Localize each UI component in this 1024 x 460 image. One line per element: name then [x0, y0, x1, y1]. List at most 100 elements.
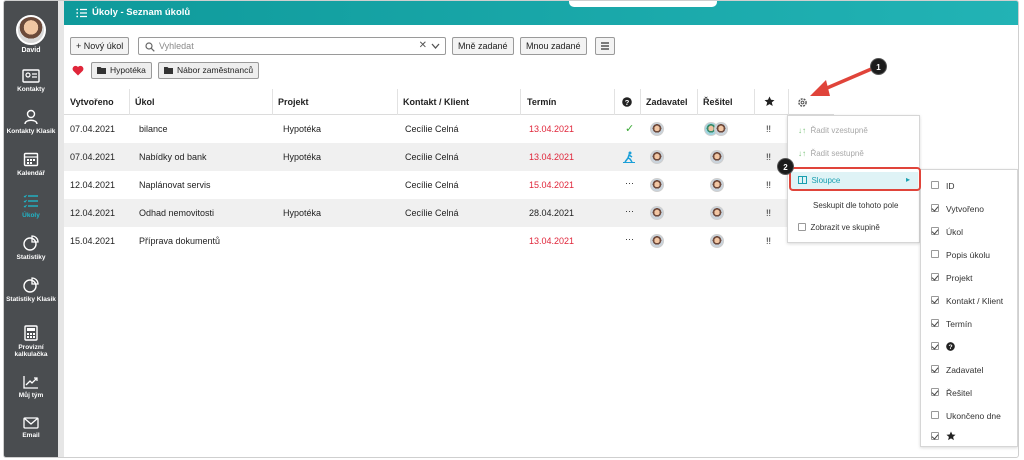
col-header-solver[interactable]: Řešitel: [703, 97, 733, 107]
question-icon: ?: [946, 342, 955, 351]
col-header-due[interactable]: Termín: [527, 97, 556, 107]
solver-avatar: [710, 178, 724, 192]
heart-icon[interactable]: [72, 65, 84, 76]
user-profile[interactable]: David: [4, 15, 58, 54]
mail-icon: [23, 417, 39, 429]
cell-created: 15.04.2021: [70, 236, 116, 246]
calculator-icon: [24, 325, 38, 341]
star-icon[interactable]: [764, 96, 775, 107]
priority-flag: !!: [766, 152, 772, 162]
menu-button[interactable]: [595, 37, 615, 55]
mine-assigned-button[interactable]: Mně zadané: [452, 37, 514, 55]
sidebar-item-statistiky[interactable]: Statistiky: [4, 235, 58, 261]
sidebar-item-kalendar[interactable]: Kalendář: [4, 151, 58, 177]
cell-task[interactable]: bilance: [139, 124, 168, 134]
column-label: Projekt: [946, 273, 973, 283]
sidebar-item-label: Úkoly: [22, 212, 40, 219]
cell-task[interactable]: Nabídky od bank: [139, 152, 207, 162]
cell-created: 07.04.2021: [70, 152, 116, 162]
search-input[interactable]: Vyhledat ✕: [138, 37, 446, 55]
checkbox-termin[interactable]: [931, 319, 939, 327]
assigner-avatar: [650, 234, 664, 248]
menu-group-by[interactable]: Seskupit dle tohoto pole: [813, 201, 898, 210]
assigner-avatar: [650, 122, 664, 136]
sidebar-item-statistiky-klasik[interactable]: Statistiky Klasik: [4, 277, 58, 303]
assigner-avatar: [650, 178, 664, 192]
sidebar-item-provizni-kalkulacka[interactable]: Provizní kalkulačka: [4, 325, 58, 358]
cell-contact[interactable]: Cecílie Celná: [405, 124, 459, 134]
search-placeholder: Vyhledat: [159, 41, 194, 51]
checkbox-resitel[interactable]: [931, 388, 939, 396]
col-header-created[interactable]: Vytvořeno: [70, 97, 114, 107]
checkbox-kontakt[interactable]: [931, 296, 939, 304]
pie-chart-icon: [23, 235, 39, 251]
cell-due: 13.04.2021: [529, 152, 575, 162]
tag-nabor-zamestnancu[interactable]: Nábor zaměstnanců: [158, 62, 260, 79]
by-me-assigned-button[interactable]: Mnou zadané: [520, 37, 587, 55]
step-badge-2: 2: [777, 158, 794, 175]
clear-icon[interactable]: ✕: [419, 40, 427, 51]
checkbox-question[interactable]: [931, 342, 939, 350]
sidebar-item-label: Kalendář: [17, 170, 45, 177]
cell-task[interactable]: Odhad nemovitosti: [139, 208, 214, 218]
cell-task[interactable]: Naplánovat servis: [139, 180, 211, 190]
col-header-assigner[interactable]: Zadavatel: [646, 97, 688, 107]
checkbox-vytvoreno[interactable]: [931, 204, 939, 212]
solver-avatar: [710, 150, 724, 164]
calendar-icon: [23, 152, 39, 167]
menu-show-in-groups[interactable]: Zobrazit ve skupině: [798, 223, 880, 232]
cell-due: 13.04.2021: [529, 124, 575, 134]
chevron-down-icon[interactable]: [431, 42, 440, 50]
col-header-project[interactable]: Projekt: [278, 97, 309, 107]
solver-avatar: [710, 234, 724, 248]
table-row[interactable]: 15.04.2021 Příprava dokumentů 13.04.2021…: [64, 227, 788, 255]
question-icon[interactable]: ?: [622, 97, 632, 107]
table-row[interactable]: 12.04.2021 Odhad nemovitosti Hypotéka Ce…: [64, 199, 788, 227]
pie-chart-icon: [23, 277, 39, 293]
checkbox-star[interactable]: [931, 432, 939, 440]
cell-contact[interactable]: Cecílie Celná: [405, 152, 459, 162]
new-task-button[interactable]: + Nový úkol: [70, 37, 130, 55]
highlight-box: [789, 167, 921, 191]
menu-sort-asc[interactable]: ↓↑ Řadit vzestupně: [798, 126, 868, 135]
sidebar-item-label: Email: [22, 432, 40, 439]
sidebar-item-kontakty[interactable]: Kontakty: [4, 69, 58, 93]
sidebar-item-label: Provizní kalkulačka: [14, 344, 48, 358]
cell-created: 12.04.2021: [70, 208, 116, 218]
checkbox-ukonceno[interactable]: [931, 411, 939, 419]
sidebar-item-ukoly[interactable]: Úkoly: [4, 193, 58, 219]
sidebar-item-kontakty-klasik[interactable]: Kontakty Klasik: [4, 109, 58, 135]
trend-icon: [23, 376, 38, 389]
search-icon: [145, 42, 155, 52]
avatar[interactable]: [16, 15, 46, 45]
sidebar-item-email[interactable]: Email: [4, 417, 58, 439]
checkbox-ukol[interactable]: [931, 227, 939, 235]
assigner-avatar: [650, 150, 664, 164]
col-header-task[interactable]: Úkol: [135, 97, 155, 107]
sidebar-item-muj-tym[interactable]: Můj tým: [4, 375, 58, 399]
checkbox-popis-ukolu[interactable]: [931, 250, 939, 258]
cell-contact[interactable]: Cecílie Celná: [405, 208, 459, 218]
cell-contact[interactable]: Cecílie Celná: [405, 180, 459, 190]
column-label: Řešitel: [946, 388, 972, 398]
sidebar-item-label: Kontakty Klasik: [6, 128, 56, 135]
cell-task[interactable]: Příprava dokumentů: [139, 236, 220, 246]
checkbox-projekt[interactable]: [931, 273, 939, 281]
folder-icon: [164, 67, 173, 74]
column-label: Vytvořeno: [946, 204, 984, 214]
priority-flag: !!: [766, 236, 772, 246]
table-row[interactable]: 12.04.2021 Naplánovat servis Cecílie Cel…: [64, 171, 788, 199]
sidebar-item-label: Statistiky: [16, 254, 46, 261]
checkbox-zadavatel[interactable]: [931, 365, 939, 373]
assigner-avatar: [650, 206, 664, 220]
status-pending: ···: [625, 234, 634, 244]
menu-sort-desc[interactable]: ↓↑ Řadit sestupně: [798, 149, 864, 158]
table-row[interactable]: 07.04.2021 Nabídky od bank Hypotéka Cecí…: [64, 143, 788, 171]
header-tab: [569, 1, 717, 7]
table-row[interactable]: 07.04.2021 bilance Hypotéka Cecílie Celn…: [64, 115, 788, 143]
col-header-contact[interactable]: Kontakt / Klient: [403, 97, 469, 107]
tag-hypoteka[interactable]: Hypotéka: [91, 62, 152, 79]
sidebar-item-label: Kontakty: [17, 86, 45, 93]
checkbox-id[interactable]: [931, 181, 939, 189]
contacts-icon: [22, 69, 40, 83]
